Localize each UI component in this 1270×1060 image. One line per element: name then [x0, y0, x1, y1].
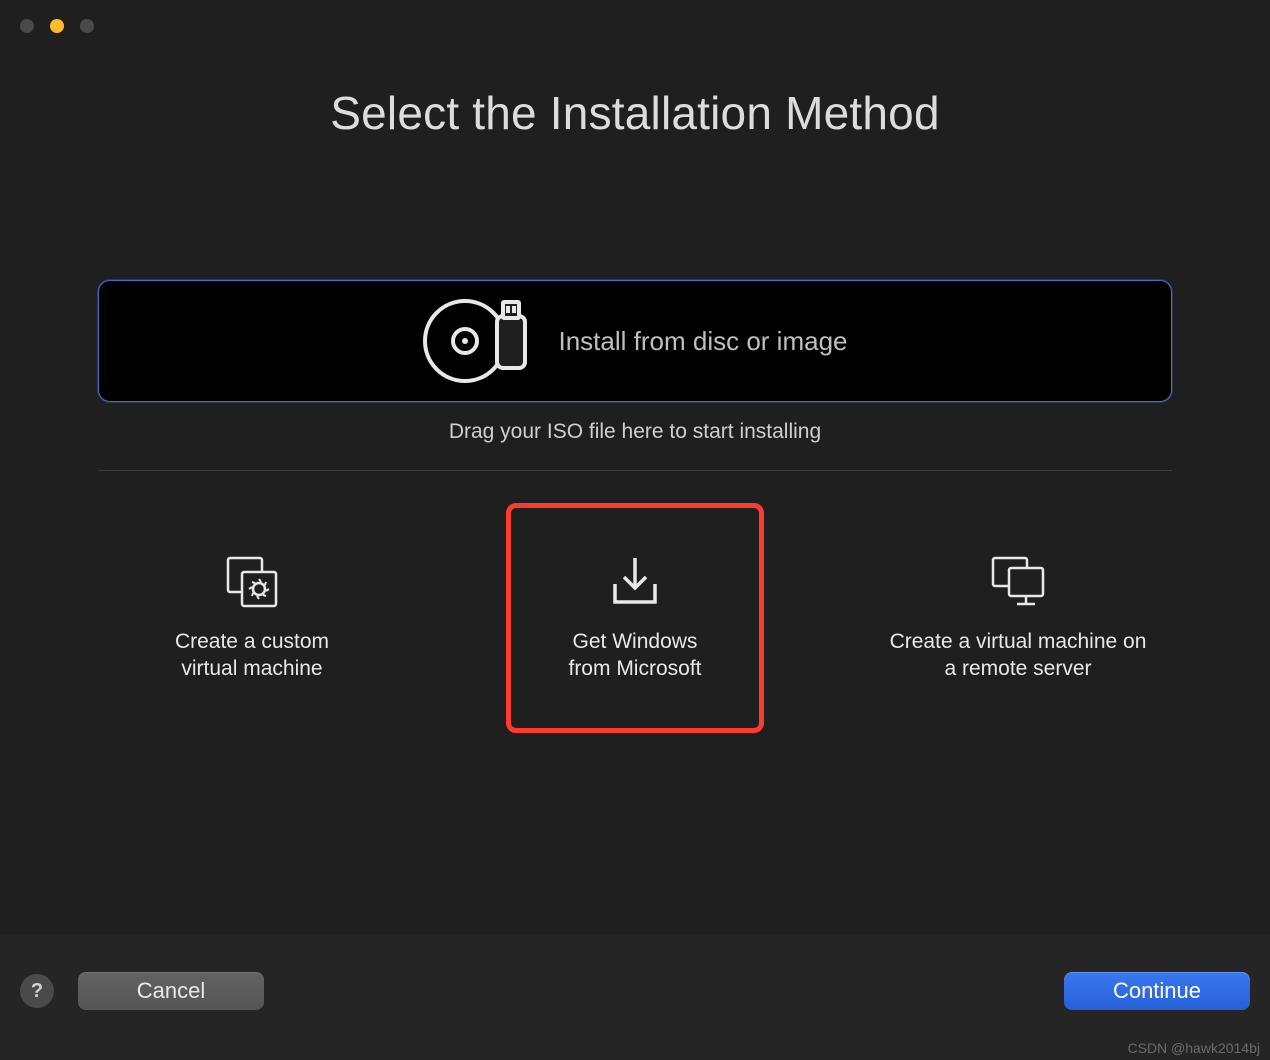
- option-create-custom-vm[interactable]: Create a custom virtual machine: [102, 503, 402, 733]
- continue-button[interactable]: Continue: [1064, 972, 1250, 1010]
- drop-zone-hint: Drag your ISO file here to start install…: [98, 420, 1172, 444]
- custom-vm-icon: [224, 554, 280, 610]
- options-row: Create a custom virtual machine Get Wind…: [98, 503, 1172, 733]
- remote-server-icon: [989, 554, 1047, 610]
- drop-zone-label: Install from disc or image: [559, 326, 848, 357]
- option-label: Get Windows from Microsoft: [568, 628, 701, 683]
- maximize-window-button[interactable]: [80, 19, 94, 33]
- main-content: Install from disc or image Drag your ISO…: [0, 280, 1270, 733]
- titlebar: [0, 0, 1270, 52]
- divider: [98, 470, 1172, 471]
- option-label: Create a custom virtual machine: [175, 628, 329, 683]
- disc-usb-icon: [423, 298, 533, 384]
- minimize-window-button[interactable]: [50, 19, 64, 33]
- close-window-button[interactable]: [20, 19, 34, 33]
- download-icon: [609, 554, 661, 610]
- option-remote-server[interactable]: Create a virtual machine on a remote ser…: [868, 503, 1168, 733]
- watermark: CSDN @hawk2014bj: [1128, 1040, 1261, 1056]
- help-button[interactable]: ?: [20, 974, 54, 1008]
- footer: ? Cancel Continue: [0, 934, 1270, 1060]
- cancel-button[interactable]: Cancel: [78, 972, 264, 1010]
- page-title: Select the Installation Method: [0, 86, 1270, 140]
- install-from-disc-drop-zone[interactable]: Install from disc or image: [98, 280, 1172, 402]
- option-label: Create a virtual machine on a remote ser…: [890, 628, 1147, 683]
- option-get-windows[interactable]: Get Windows from Microsoft: [506, 503, 764, 733]
